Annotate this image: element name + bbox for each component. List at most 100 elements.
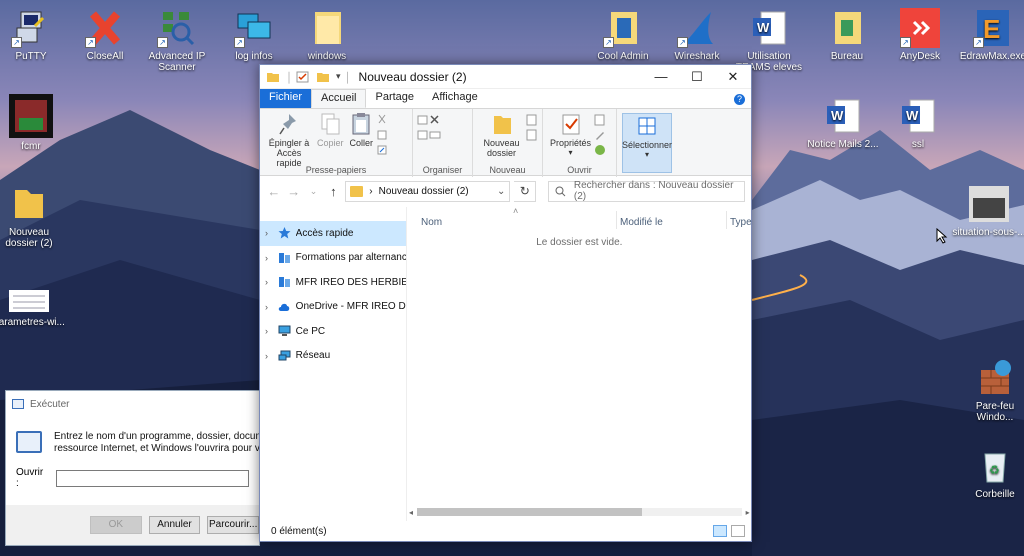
- address-path-box[interactable]: › Nouveau dossier (2) ⌄: [345, 180, 511, 202]
- details-view-icon[interactable]: [713, 525, 727, 537]
- select-grid-icon: [638, 117, 656, 135]
- copy-path-icon[interactable]: [376, 129, 388, 141]
- desktop-icon-notice-mails[interactable]: W Notice Mails 2...: [806, 96, 880, 150]
- window-title: Nouveau dossier (2): [358, 69, 467, 84]
- folder-icon: [307, 8, 347, 48]
- expand-chevron-icon[interactable]: ›: [265, 253, 273, 263]
- back-button[interactable]: ←: [266, 184, 282, 199]
- expand-chevron-icon[interactable]: ›: [265, 277, 273, 287]
- desktop-icon-windows[interactable]: windows: [290, 8, 364, 62]
- new-folder-icon[interactable]: [316, 71, 330, 83]
- run-ok-button[interactable]: OK: [90, 516, 142, 534]
- folder-archive-icon: ↗: [603, 8, 643, 48]
- scrollbar-thumb[interactable]: [417, 508, 643, 516]
- recent-locations-icon[interactable]: ⌄: [306, 186, 322, 197]
- desktop-icon-anydesk[interactable]: ↗ AnyDesk: [883, 8, 957, 62]
- expand-chevron-icon[interactable]: ›: [265, 228, 273, 238]
- tab-affichage[interactable]: Affichage: [423, 89, 487, 108]
- help-icon[interactable]: ?: [734, 94, 745, 105]
- desktop-icon-nouveau-dossier-2[interactable]: Nouveau dossier (2): [0, 184, 66, 249]
- nav-item-mfr-ireo[interactable]: › MFR IREO DES HERBIERS: [260, 270, 406, 295]
- nav-item-formations[interactable]: › Formations par alternance e: [260, 246, 406, 271]
- desktop-icon-fcmr[interactable]: fcmr: [0, 94, 68, 152]
- run-browse-button[interactable]: Parcourir...: [207, 516, 259, 534]
- desktop-icon-wireshark[interactable]: ↗ Wireshark: [660, 8, 734, 62]
- tab-partage[interactable]: Partage: [366, 89, 423, 108]
- run-command-input[interactable]: [56, 469, 249, 487]
- forward-button[interactable]: →: [286, 184, 302, 199]
- tab-fichier[interactable]: Fichier: [260, 89, 312, 108]
- desktop-icon-putty[interactable]: ↗ PuTTY: [0, 8, 68, 62]
- desktop-icon-pare-feu[interactable]: Pare-feu Windo...: [958, 358, 1024, 423]
- nav-item-acces-rapide[interactable]: › Accès rapide: [260, 221, 406, 246]
- scroll-left-icon[interactable]: ◂: [409, 508, 413, 517]
- desktop-icon-parametres-wifi[interactable]: parametres-wi...: [0, 288, 66, 328]
- copy-to-icon[interactable]: [417, 129, 429, 141]
- expand-chevron-icon[interactable]: ›: [265, 326, 273, 336]
- qa-separator: ∣: [286, 69, 292, 84]
- minimize-button[interactable]: —: [643, 65, 679, 89]
- image-thumbnail-icon: [969, 184, 1009, 224]
- group-label-open: Ouvrir: [567, 165, 592, 175]
- qa-separator: ∣: [344, 69, 351, 84]
- new-item-icon[interactable]: [526, 114, 538, 126]
- column-modified[interactable]: Modifié le: [620, 210, 730, 229]
- desktop-icon-bureau[interactable]: Bureau: [810, 8, 884, 62]
- tab-accueil[interactable]: Accueil: [311, 89, 367, 108]
- cut-icon[interactable]: [376, 114, 388, 126]
- desktop-icon-log-infos[interactable]: ↗ log infos: [217, 8, 291, 62]
- open-icon[interactable]: [594, 114, 606, 126]
- quick-access-dropdown-icon[interactable]: ▾: [336, 71, 341, 82]
- close-button[interactable]: ✕: [715, 65, 751, 89]
- address-dropdown-icon[interactable]: ⌄: [497, 186, 505, 197]
- desktop-icon-edrawmax[interactable]: E ↗ EdrawMax.exe: [956, 8, 1024, 62]
- horizontal-scrollbar[interactable]: ◂ ▸: [409, 507, 750, 517]
- refresh-button[interactable]: ↻: [514, 180, 537, 202]
- folder-icon: [9, 184, 49, 224]
- easy-access-icon[interactable]: [526, 129, 538, 141]
- desktop-icon-advanced-ip-scanner[interactable]: ↗ Advanced IP Scanner: [140, 8, 214, 73]
- delete-icon[interactable]: [429, 114, 441, 126]
- recycle-bin-icon: ♻: [975, 446, 1015, 486]
- putty-icon: ↗: [11, 8, 51, 48]
- desktop-icon-ssl[interactable]: W ssl: [881, 96, 955, 150]
- desktop-icon-corbeille[interactable]: ♻ Corbeille: [958, 446, 1024, 500]
- search-input[interactable]: Rechercher dans : Nouveau dossier (2): [548, 180, 745, 202]
- move-to-icon[interactable]: [417, 114, 429, 126]
- folder-icon: [827, 8, 867, 48]
- titlebar: ∣ ▾ ∣ Nouveau dossier (2) — ☐ ✕: [260, 65, 751, 89]
- item-count: 0 élément(s): [271, 525, 327, 537]
- desktop-icon-situation[interactable]: situation-sous-...: [952, 184, 1024, 238]
- scroll-right-icon[interactable]: ▸: [746, 508, 750, 517]
- edit-icon[interactable]: [594, 129, 606, 141]
- column-type[interactable]: Type: [730, 217, 752, 228]
- group-organize: Organiser: [413, 109, 473, 177]
- run-titlebar: Exécuter: [6, 391, 259, 417]
- up-button[interactable]: ↑: [325, 184, 341, 199]
- properties-check-icon[interactable]: [296, 71, 310, 83]
- paste-shortcut-icon[interactable]: [376, 144, 388, 156]
- nav-item-reseau[interactable]: › Réseau: [260, 344, 406, 369]
- desktop-icon-closeall[interactable]: ↗ CloseAll: [68, 8, 142, 62]
- expand-chevron-icon[interactable]: ›: [265, 351, 273, 361]
- group-new: Nouveau dossier Nouveau: [473, 109, 543, 177]
- rename-icon[interactable]: [429, 129, 441, 141]
- empty-folder-message: Le dossier est vide.: [536, 237, 623, 248]
- search-placeholder: Rechercher dans : Nouveau dossier (2): [573, 180, 734, 202]
- history-icon[interactable]: [594, 144, 606, 156]
- network-icon: [278, 350, 291, 361]
- nav-item-onedrive[interactable]: › OneDrive - MFR IREO DES H: [260, 295, 406, 320]
- maximize-button[interactable]: ☐: [679, 65, 715, 89]
- expand-chevron-icon[interactable]: ›: [265, 302, 273, 312]
- path-chevron: ›: [369, 185, 373, 197]
- select-button[interactable]: Sélectionner ▾: [622, 113, 672, 173]
- large-icons-view-icon[interactable]: [731, 525, 745, 537]
- column-name[interactable]: Nom ˄: [421, 206, 620, 229]
- column-headers: Nom ˄ Modifié le Type: [407, 206, 752, 231]
- group-select: Sélectionner ▾: [617, 109, 677, 177]
- nav-item-ce-pc[interactable]: › Ce PC: [260, 319, 406, 344]
- network-scanner-icon: ↗: [157, 8, 197, 48]
- run-cancel-button[interactable]: Annuler: [148, 516, 201, 534]
- group-open: Propriétés ▾ Ouvrir: [543, 109, 617, 177]
- mouse-cursor-icon: [936, 228, 948, 244]
